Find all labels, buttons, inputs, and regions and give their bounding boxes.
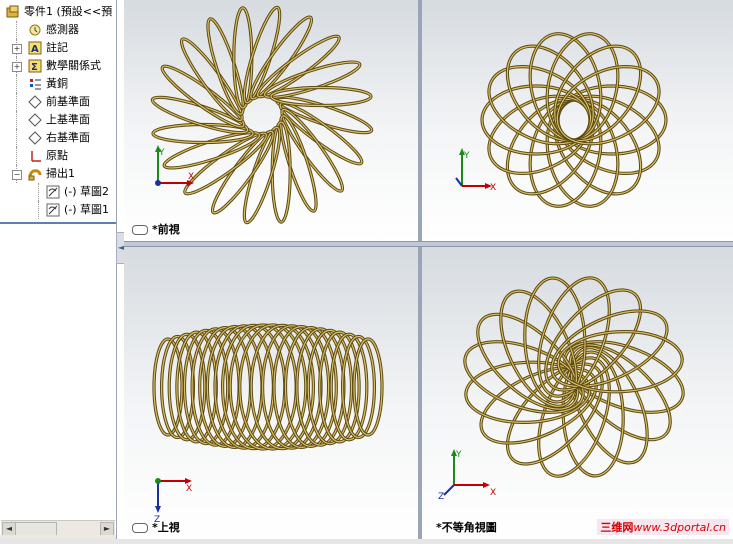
expand-icon[interactable]: +	[12, 62, 22, 72]
axis-triad: Y X	[455, 148, 496, 193]
viewport-label[interactable]: *不等角視圖	[436, 519, 497, 535]
tree-item-label: 原點	[46, 149, 68, 162]
viewport-splitter-vertical[interactable]	[418, 0, 422, 544]
axis-triad: X Z	[154, 478, 192, 523]
scroll-thumb[interactable]	[15, 522, 57, 536]
tree-item[interactable]: + A 註記	[0, 39, 116, 57]
feature-tree-scrollbar[interactable]: ◄ ►	[1, 520, 115, 536]
tree-item[interactable]: 右基準面	[0, 129, 116, 147]
part-icon	[6, 5, 19, 18]
tree-item-label: 前基準面	[46, 95, 90, 108]
triad-x-label: X	[188, 172, 194, 182]
tree-item-label: 零件1 (預設<<預	[24, 5, 113, 18]
tree-item-label: 感測器	[46, 23, 79, 36]
triad-y-label: Y	[455, 450, 462, 460]
tree-item-label: (-) 草圖1	[64, 203, 110, 216]
annotation-icon: A	[28, 41, 42, 55]
triad-x-label: X	[490, 183, 496, 193]
coil-loop	[481, 85, 591, 155]
plane-icon	[28, 131, 42, 145]
tree-item[interactable]: 黃銅	[0, 75, 116, 93]
tree-item[interactable]: (-) 草圖1	[0, 201, 116, 219]
plane-icon	[28, 95, 42, 109]
tree-item-label: (-) 草圖2	[64, 185, 110, 198]
tree-item[interactable]: 感測器	[0, 21, 116, 39]
tree-item-label: 黃銅	[46, 77, 68, 90]
viewport-isometric[interactable]: Y X Z *不等角視圖 三维网www.3dportal.cn	[422, 247, 733, 539]
tree-item[interactable]: 前基準面	[0, 93, 116, 111]
axis-triad: Y X	[155, 145, 194, 186]
triad-z-label: Z	[438, 492, 444, 501]
triad-y-label: Y	[463, 151, 470, 161]
tree-item-label: 數學關係式	[46, 59, 101, 72]
viewport-label[interactable]: *前視	[132, 221, 180, 237]
collapse-icon[interactable]: −	[12, 170, 22, 180]
triad-x-label: X	[490, 488, 496, 498]
tree-item[interactable]: − 掃出1	[0, 165, 116, 183]
coil-model-right	[480, 32, 668, 208]
triad-y-label: Y	[158, 148, 165, 158]
viewport-splitter-horizontal[interactable]	[124, 241, 733, 247]
feature-tree: 零件1 (預設<<預感測器 + A 註記 + Σ 數學關係式黃銅前基準面上基準面右基準面原點…	[0, 0, 117, 544]
tree-item[interactable]: + Σ 數學關係式	[0, 57, 116, 75]
feature-tree-list: 零件1 (預設<<預感測器 + A 註記 + Σ 數學關係式黃銅前基準面上基準面右基準面原點…	[0, 0, 116, 222]
tree-item[interactable]: 上基準面	[0, 111, 116, 129]
tree-item-label: 掃出1	[46, 167, 75, 180]
material-icon	[30, 79, 41, 90]
sketch-icon	[46, 185, 60, 199]
sweep-icon	[28, 169, 42, 181]
link-views-icon[interactable]	[132, 225, 148, 235]
svg-text:Σ: Σ	[31, 62, 38, 73]
triad-x-label: X	[186, 484, 192, 494]
coil-model-front	[150, 5, 374, 225]
origin-icon	[31, 151, 41, 162]
viewport-label[interactable]: *上視	[132, 519, 180, 535]
axis-triad: Y X Z	[438, 449, 496, 501]
tree-item-label: 右基準面	[46, 131, 90, 144]
plane-icon	[28, 113, 42, 127]
tree-item-label: 上基準面	[46, 113, 90, 126]
viewport-front[interactable]: Y X *前視	[124, 0, 418, 241]
svg-text:A: A	[31, 44, 39, 55]
link-views-icon[interactable]	[132, 523, 148, 533]
tree-item-label: 註記	[46, 41, 68, 54]
viewport-right[interactable]: Y X	[422, 0, 733, 241]
sensor-icon	[29, 24, 41, 36]
tree-item[interactable]: 零件1 (預設<<預	[0, 3, 116, 21]
scroll-left-button[interactable]: ◄	[2, 522, 16, 536]
scroll-right-button[interactable]: ►	[100, 522, 114, 536]
watermark: 三维网www.3dportal.cn	[597, 519, 729, 535]
status-strip	[0, 539, 733, 544]
sketch-icon	[46, 203, 60, 217]
feature-tree-empty-area	[0, 224, 116, 520]
equation-icon: Σ	[28, 59, 42, 73]
tree-item[interactable]: (-) 草圖2	[0, 183, 116, 201]
viewport-top[interactable]: X Z *上視	[124, 247, 418, 539]
tree-item[interactable]: 原點	[0, 147, 116, 165]
expand-icon[interactable]: +	[12, 44, 22, 54]
